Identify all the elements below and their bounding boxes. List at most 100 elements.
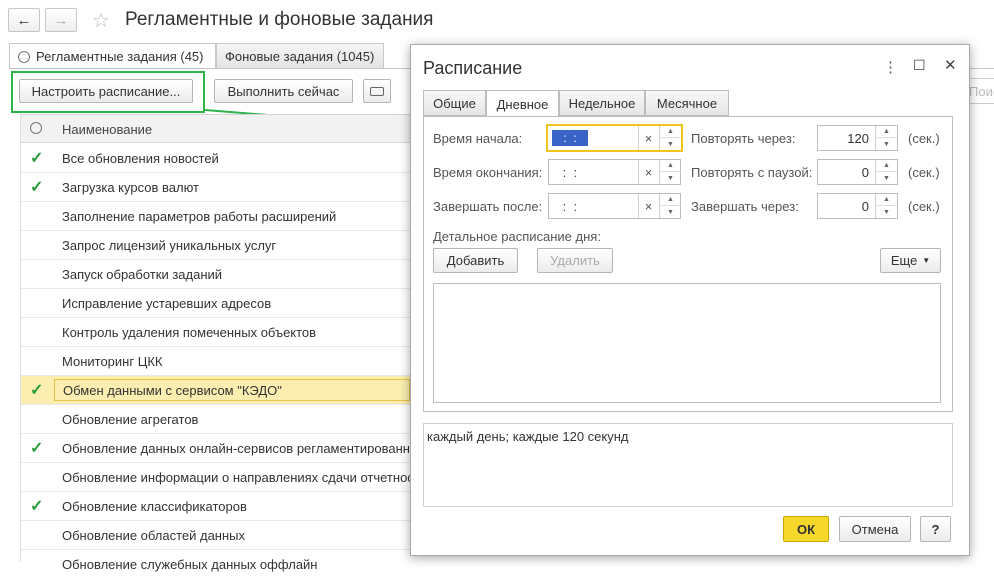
job-name: Все обновления новостей [62, 151, 219, 166]
table-row[interactable]: Исправление устаревших адресов [20, 289, 410, 318]
maximize-icon[interactable]: ☐ [913, 57, 926, 74]
job-name: Мониторинг ЦКК [62, 354, 163, 369]
job-name: Обновление информации о направлениях сда… [62, 470, 428, 485]
end-time-field[interactable]: : : × ▲ ▼ [548, 159, 681, 185]
repeat-every-value: 120 [847, 131, 869, 146]
forward-button[interactable]: → [45, 8, 77, 32]
dialog-title: Расписание [423, 58, 523, 78]
finish-after-field[interactable]: : : × ▲ ▼ [548, 193, 681, 219]
check-icon: ✓ [30, 498, 44, 515]
job-name: Обмен данными с сервисом "КЭДО" [54, 379, 410, 401]
number-stepper[interactable]: ▲ ▼ [875, 160, 897, 184]
number-stepper[interactable]: ▲ ▼ [875, 194, 897, 218]
favorite-star-icon[interactable]: ☆ [92, 8, 110, 33]
finish-in-field[interactable]: 0 ▲ ▼ [817, 193, 898, 219]
table-row[interactable]: ✓ Обновление классификаторов [20, 492, 410, 521]
start-time-label: Время начала: [433, 131, 523, 146]
table-row[interactable]: Контроль удаления помеченных объектов [20, 318, 410, 347]
back-button[interactable]: ← [8, 8, 40, 32]
tab-monthly[interactable]: Месячное [645, 90, 729, 116]
down-arrow-icon: ▼ [883, 140, 890, 148]
card-icon [370, 86, 384, 96]
back-arrow-icon: ← [16, 11, 32, 29]
help-button[interactable]: ? [920, 516, 951, 542]
job-name: Обновление областей данных [62, 528, 246, 543]
list-left-border [20, 114, 21, 562]
start-time-field[interactable]: : : × ▲ ▼ [546, 124, 683, 152]
tab-weekly[interactable]: Недельное [559, 90, 645, 116]
job-name: Обновление агрегатов [62, 412, 199, 427]
table-row[interactable]: Заполнение параметров работы расширений [20, 202, 410, 231]
clock-icon [18, 50, 30, 63]
more-button[interactable]: Еще ▼ [880, 248, 941, 273]
tab-label: Общие [433, 95, 476, 111]
table-row-selected[interactable]: ✓ Обмен данными с сервисом "КЭДО" [20, 376, 410, 405]
down-arrow-icon: ▼ [883, 174, 890, 182]
check-icon: ✓ [30, 150, 44, 167]
up-arrow-icon: ▲ [876, 126, 897, 138]
dropdown-arrow-icon: ▼ [922, 256, 931, 265]
table-row[interactable]: Обновление областей данных [20, 521, 410, 550]
repeat-pause-value: 0 [861, 165, 869, 180]
forward-arrow-icon: → [53, 11, 69, 29]
list-header: Наименование [20, 114, 410, 143]
tab-daily[interactable]: Дневное [486, 90, 559, 117]
finish-in-label: Завершать через: [691, 199, 799, 214]
tab-background-jobs[interactable]: Фоновые задания (1045) [216, 43, 384, 68]
job-name: Обновление классификаторов [62, 499, 247, 514]
clear-icon[interactable]: × [638, 160, 658, 184]
job-name: Исправление устаревших адресов [62, 296, 272, 311]
repeat-every-field[interactable]: 120 ▲ ▼ [817, 125, 898, 151]
job-name: Загрузка курсов валют [62, 180, 199, 195]
table-row[interactable]: Обновление информации о направлениях сда… [20, 463, 427, 492]
tab-label: Дневное [496, 96, 549, 112]
table-row[interactable]: Обновление агрегатов [20, 405, 410, 434]
time-stepper[interactable]: ▲ ▼ [659, 194, 681, 218]
table-row[interactable]: ✓ Все обновления новостей [20, 144, 410, 173]
tab-general[interactable]: Общие [423, 90, 486, 116]
cancel-button[interactable]: Отмена [839, 516, 911, 542]
time-stepper[interactable]: ▲ ▼ [659, 160, 681, 184]
tab-label: Месячное [656, 95, 718, 111]
table-row[interactable]: Запуск обработки заданий [20, 260, 410, 289]
job-name: Заполнение параметров работы расширений [62, 209, 337, 224]
delete-button[interactable]: Удалить [537, 248, 613, 273]
finish-in-value: 0 [861, 199, 869, 214]
up-arrow-icon: ▲ [660, 126, 681, 138]
tab-scheduled-jobs[interactable]: Регламентные задания (45) [9, 43, 216, 69]
table-row[interactable]: Обновление служебных данных оффлайн [20, 550, 410, 579]
tab-label: Фоновые задания (1045) [225, 48, 375, 64]
repeat-every-label: Повторять через: [691, 131, 796, 146]
finish-after-value: : : [559, 199, 581, 214]
menu-icon[interactable]: ⋮ [883, 58, 898, 76]
summary-box: каждый день; каждые 120 секунд [423, 423, 953, 507]
table-row[interactable]: Мониторинг ЦКК [20, 347, 410, 376]
column-header-name[interactable]: Наименование [62, 122, 152, 137]
down-arrow-icon: ▼ [667, 208, 674, 216]
clear-icon[interactable]: × [638, 126, 658, 150]
more-label: Еще [890, 253, 918, 268]
schedule-dialog: Расписание ⋮ ☐ ✕ Общие Дневное Недельное… [410, 44, 970, 556]
unit-label: (сек.) [908, 165, 940, 180]
number-stepper[interactable]: ▲ ▼ [875, 126, 897, 150]
table-row[interactable]: Запрос лицензий уникальных услуг [20, 231, 410, 260]
end-time-label: Время окончания: [433, 165, 543, 180]
job-name: Запуск обработки заданий [62, 267, 223, 282]
check-icon: ✓ [30, 440, 44, 457]
add-button[interactable]: Добавить [433, 248, 518, 273]
clear-icon[interactable]: × [638, 194, 658, 218]
table-row[interactable]: ✓ Обновление данных онлайн-сервисов регла… [20, 434, 495, 463]
ok-button[interactable]: ОК [783, 516, 829, 542]
time-stepper[interactable]: ▲ ▼ [659, 126, 681, 150]
detail-schedule-list[interactable] [433, 283, 941, 403]
search-placeholder: Поис [969, 84, 994, 99]
up-arrow-icon: ▲ [876, 160, 897, 172]
status-column-icon [30, 122, 42, 134]
down-arrow-icon: ▼ [667, 174, 674, 182]
repeat-pause-field[interactable]: 0 ▲ ▼ [817, 159, 898, 185]
job-name: Контроль удаления помеченных объектов [62, 325, 317, 340]
finish-after-label: Завершать после: [433, 199, 543, 214]
close-icon[interactable]: ✕ [944, 56, 957, 74]
table-row[interactable]: ✓ Загрузка курсов валют [20, 173, 410, 202]
tab-label: Недельное [568, 95, 636, 111]
